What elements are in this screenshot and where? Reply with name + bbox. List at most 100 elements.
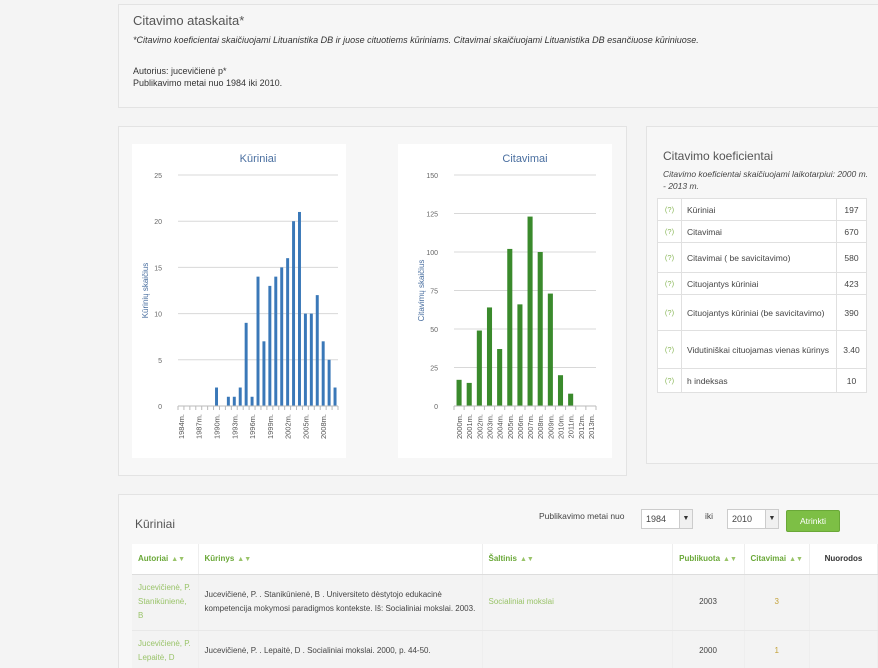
coefficient-row: (?) Cituojantys kūriniai 423 <box>657 272 867 295</box>
bar <box>226 396 230 406</box>
bar <box>527 216 533 406</box>
coefficient-label: h indeksas <box>681 368 837 393</box>
row-published: 2003 <box>672 574 745 631</box>
bar <box>215 387 218 406</box>
help-link[interactable]: (?) <box>657 272 682 295</box>
from-year-select[interactable]: 1984 ▼ <box>641 509 693 529</box>
report-note: *Citavimo koeficientai skaičiuojami Litu… <box>133 35 699 45</box>
sort-icon: ▲▼ <box>789 556 803 564</box>
row-authors-link[interactable]: Jucevičienė, P. Lepaitė, D <box>132 630 199 668</box>
bar <box>286 258 290 406</box>
bar <box>486 307 493 406</box>
y-tick-label: 100 <box>426 250 438 257</box>
bar <box>256 276 260 406</box>
filter-button[interactable]: Atrinkti <box>786 510 840 532</box>
bar <box>466 382 472 406</box>
report-header-panel: Citavimo ataskaita* *Citavimo koeficient… <box>118 4 878 108</box>
report-title: Citavimo ataskaita* <box>133 13 245 28</box>
coefficient-label: Cituojantys kūriniai <box>681 272 837 295</box>
bar <box>303 313 307 406</box>
sort-icon: ▲▼ <box>723 556 737 564</box>
column-header-published[interactable]: Publikuota ▲▼ <box>672 544 745 575</box>
row-links <box>809 630 878 668</box>
coefficient-value: 197 <box>836 198 867 221</box>
y-tick-label: 25 <box>430 366 438 373</box>
x-tick-label: 2009m. <box>546 414 555 439</box>
x-tick-label: 2002m. <box>475 414 484 439</box>
coefficient-value: 3.40 <box>836 330 867 369</box>
x-tick-label: 2002m. <box>284 414 293 439</box>
citations-chart-svg: Citavimai 0 25 50 75 100 125 150 Citavimų skaiči… <box>417 153 597 439</box>
coefficient-label: Citavimai <box>681 220 837 243</box>
coefficient-row: (?) Cituojantys kūriniai (be savicitavimo… <box>657 294 867 331</box>
to-year-select[interactable]: 2010 ▼ <box>727 509 779 529</box>
row-citations-link[interactable]: 3 <box>744 574 810 631</box>
works-chart-svg: Kūriniai 0 5 10 15 20 25 Kūrinių skaičius 1984m.… <box>141 153 339 439</box>
coefficient-row: (?) h indeksas 10 <box>657 368 867 393</box>
x-tick-label: 2011m. <box>567 414 576 438</box>
column-header-source[interactable]: Šaltinis ▲▼ <box>482 544 673 575</box>
help-link[interactable]: (?) <box>657 198 682 221</box>
coefficient-label: Cituojantys kūriniai (be savicitavimo) <box>681 294 837 331</box>
y-axis-label: Citavimų skaičius <box>417 260 426 322</box>
coefficients-title: Citavimo koeficientai <box>663 149 774 163</box>
bar <box>244 322 248 406</box>
row-authors-link[interactable]: Jucevičienė, P. Stanikūnienė, B <box>132 574 199 631</box>
y-tick-label: 25 <box>154 173 162 180</box>
bar <box>309 313 313 406</box>
bar <box>315 295 319 406</box>
help-link[interactable]: (?) <box>657 330 682 369</box>
x-tick-label: 1996m. <box>248 414 257 439</box>
bar <box>507 248 513 406</box>
help-link[interactable]: (?) <box>657 368 682 393</box>
row-source-link[interactable] <box>482 630 673 668</box>
works-table: Autoriai ▲▼ Kūrinys ▲▼ Šaltinis ▲▼ Publikuo… <box>132 544 878 668</box>
x-tick-label: 2001m. <box>465 414 474 439</box>
y-tick-label: 125 <box>426 212 438 219</box>
coefficient-row: (?) Vidutiniškai cituojamas vienas kūriny… <box>657 330 867 369</box>
y-tick-label: 5 <box>158 358 162 365</box>
coefficient-label: Kūriniai <box>681 198 837 221</box>
bar <box>476 330 482 406</box>
x-tick-label: 1993m. <box>230 414 239 439</box>
column-header-work[interactable]: Kūrinys ▲▼ <box>198 544 483 575</box>
sort-icon: ▲▼ <box>237 556 252 564</box>
chart-title: Citavimai <box>502 153 547 165</box>
coefficient-row: (?) Citavimai ( be savicitavimo) 580 <box>657 242 867 273</box>
x-tick-label: 2004m. <box>496 414 505 439</box>
y-tick-label: 15 <box>154 265 162 272</box>
bar <box>238 387 242 406</box>
row-links <box>809 574 878 631</box>
coefficient-value: 580 <box>836 242 867 273</box>
table-row: Jucevičienė, P. Stanikūnienė, B Juceviči… <box>132 574 878 631</box>
coefficient-row: (?) Kūriniai 197 <box>657 198 867 221</box>
sort-icon: ▲▼ <box>171 556 186 564</box>
y-tick-label: 10 <box>154 312 162 319</box>
help-link[interactable]: (?) <box>657 242 682 273</box>
column-header-authors[interactable]: Autoriai ▲▼ <box>132 544 199 575</box>
column-header-citations[interactable]: Citavimai ▲▼ <box>744 544 810 575</box>
bar <box>568 393 574 406</box>
y-tick-label: 150 <box>426 173 438 180</box>
help-link[interactable]: (?) <box>657 220 682 243</box>
x-tick-label: 2010m. <box>557 414 566 439</box>
table-row: Jucevičienė, P. Lepaitė, D Jucevičienė, … <box>132 630 878 668</box>
x-tick-label: 2000m. <box>455 414 464 439</box>
bar <box>268 285 272 406</box>
x-tick-label: 2013m. <box>587 414 596 439</box>
x-tick-label: 1984m. <box>177 414 186 439</box>
row-source-link[interactable]: Socialiniai mokslai <box>482 574 673 631</box>
x-tick-label: 2008m. <box>319 414 328 439</box>
bar <box>262 341 266 406</box>
from-year-value: 1984 <box>646 514 667 524</box>
bar <box>250 396 254 406</box>
coefficient-label: Citavimai ( be savicitavimo) <box>681 242 837 273</box>
bar <box>280 267 284 406</box>
coefficient-value: 10 <box>836 368 867 393</box>
row-citations-link[interactable]: 1 <box>744 630 810 668</box>
works-chart: Kūriniai 0 5 10 15 20 25 Kūrinių skaičius 1984m.… <box>132 144 346 458</box>
help-link[interactable]: (?) <box>657 294 682 331</box>
column-header-links: Nuorodos <box>809 544 878 575</box>
report-author: Autorius: jucevičienė p* <box>133 66 227 76</box>
y-tick-label: 0 <box>158 404 162 411</box>
